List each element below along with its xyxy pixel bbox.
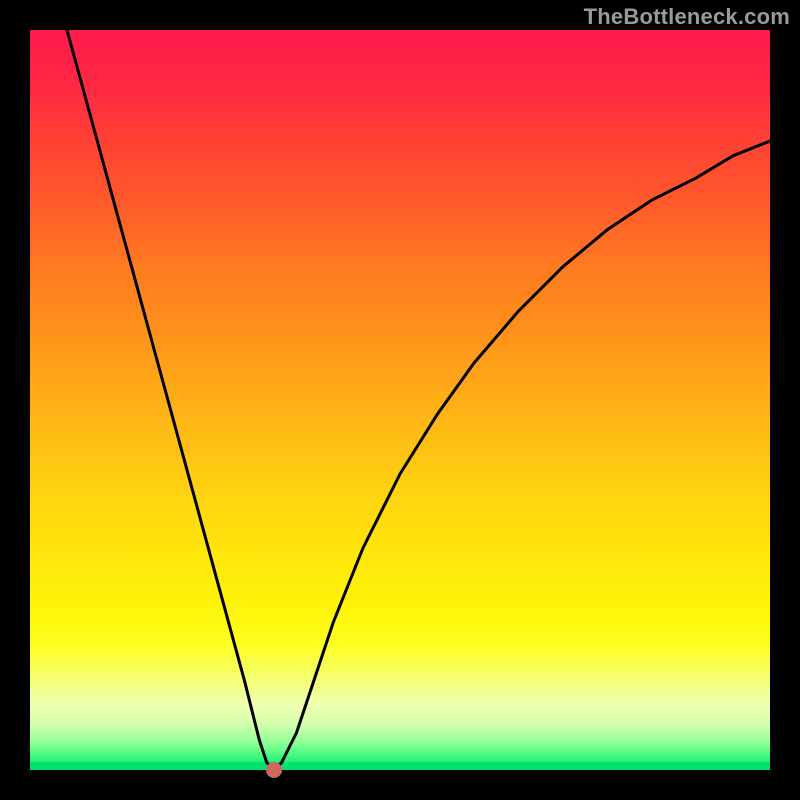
chart-frame: TheBottleneck.com [0,0,800,800]
watermark-text: TheBottleneck.com [584,4,790,30]
optimal-point-marker [266,762,282,778]
bottleneck-curve [30,30,770,770]
